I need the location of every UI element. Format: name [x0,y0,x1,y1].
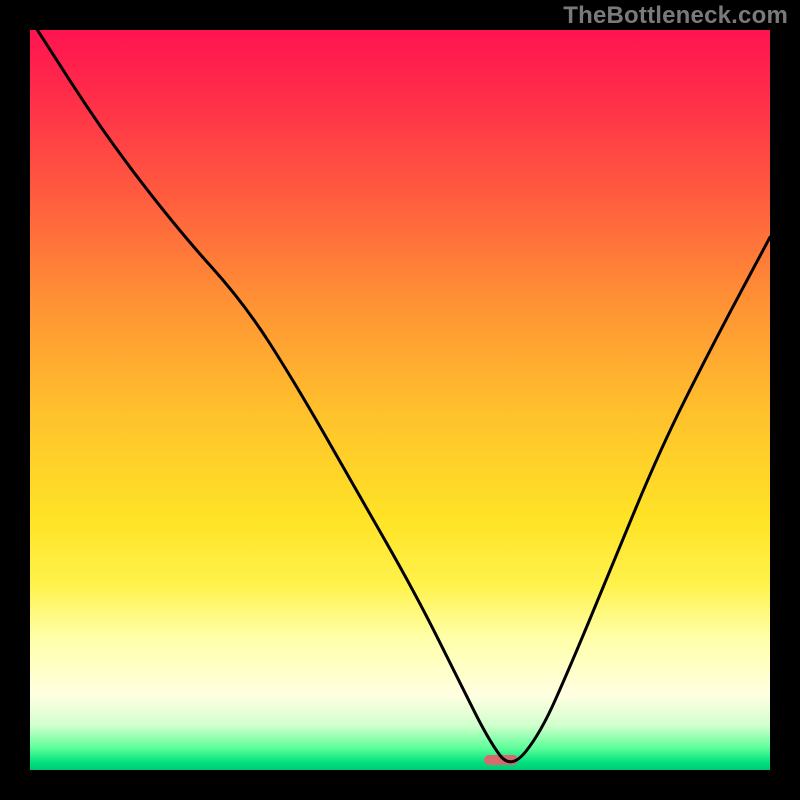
bottleneck-curve [30,30,770,770]
chart-frame: TheBottleneck.com [0,0,800,800]
watermark-label: TheBottleneck.com [563,2,788,30]
curve-path [37,30,770,762]
plot-area [30,30,770,770]
